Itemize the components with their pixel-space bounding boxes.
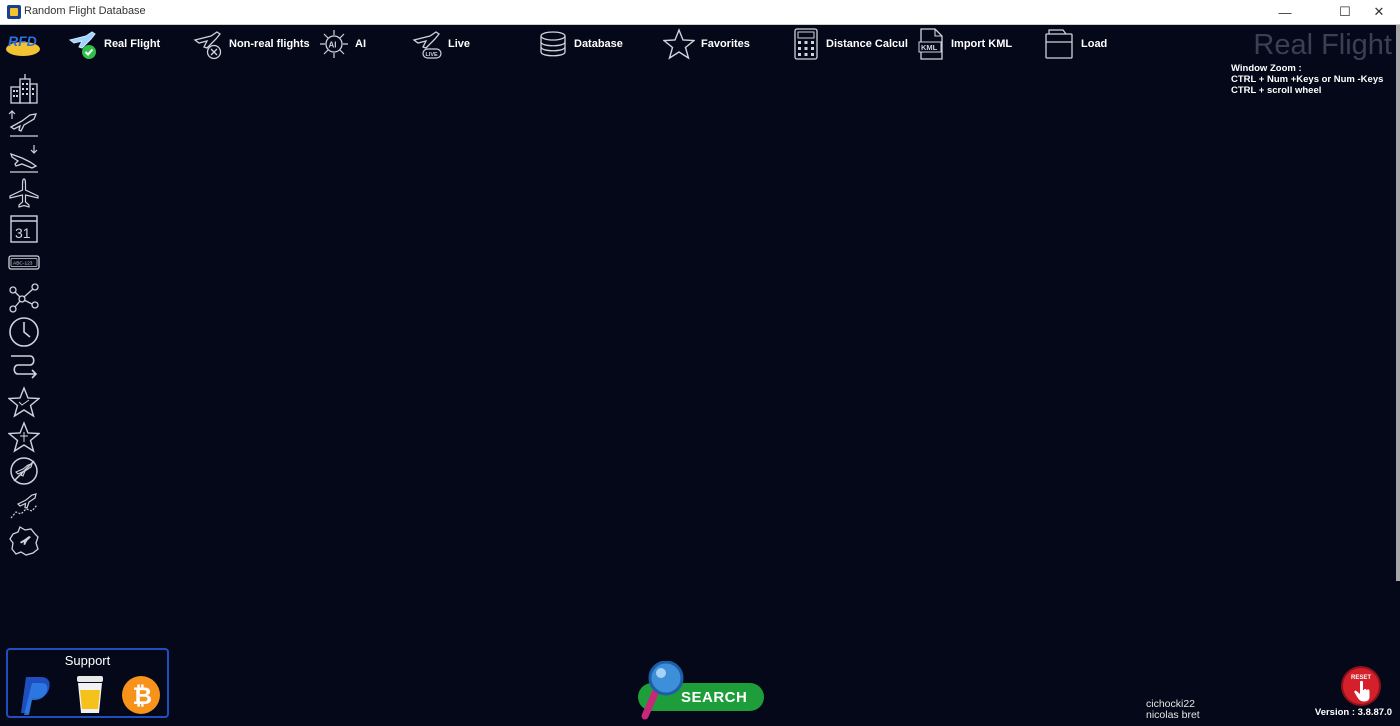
registration-icon[interactable]: ABC-123: [8, 247, 40, 279]
departure-icon[interactable]: [8, 107, 40, 139]
database-button[interactable]: Database: [538, 27, 623, 61]
scrollbar[interactable]: [1396, 25, 1400, 581]
minimize-button[interactable]: —: [1262, 0, 1308, 24]
rfd-logo: RFD: [6, 33, 40, 56]
database-label: Database: [574, 38, 623, 50]
svg-text:31: 31: [15, 225, 31, 241]
plane-cross-icon: [193, 31, 222, 60]
plane-check-icon: [68, 31, 96, 59]
import-kml-label: Import KML: [951, 38, 1013, 50]
arrival-icon[interactable]: [8, 142, 40, 174]
star-icon: [663, 28, 695, 60]
import-kml-button[interactable]: KML Import KML: [917, 27, 1012, 61]
favorites-button[interactable]: Favorites: [663, 27, 750, 61]
svg-text:ABC-123: ABC-123: [13, 261, 33, 267]
load-label: Load: [1081, 38, 1108, 50]
calculator-icon: [794, 28, 818, 60]
favorites-label: Favorites: [701, 38, 750, 50]
window-title: Random Flight Database: [24, 5, 146, 17]
plane-live-icon: LIVE: [412, 31, 442, 59]
close-button[interactable]: ✕: [1356, 0, 1400, 24]
non-real-flights-label: Non-real flights: [229, 38, 310, 50]
route-network-icon[interactable]: [8, 282, 40, 314]
kml-file-icon: KML: [918, 28, 943, 60]
real-flight-button[interactable]: Real Flight: [68, 27, 160, 61]
main-area: RFD Real Flight Non-real flights AI AI L: [0, 25, 1400, 726]
bitcoin-icon[interactable]: ₿: [121, 675, 161, 715]
folder-icon: [1045, 29, 1073, 59]
version-label: Version : 3.8.87.0: [1314, 707, 1392, 718]
live-label: Live: [448, 38, 471, 50]
ai-button[interactable]: AI AI: [319, 27, 366, 61]
search-button[interactable]: SEARCH: [636, 661, 766, 721]
calendar-icon[interactable]: 31: [8, 212, 40, 244]
non-real-flights-button[interactable]: Non-real flights: [193, 27, 310, 61]
svg-text:LIVE: LIVE: [426, 52, 439, 58]
no-fly-icon[interactable]: [8, 455, 40, 487]
database-icon: [540, 31, 566, 57]
distance-calcul-label: Distance Calcul: [826, 38, 908, 50]
svg-text:₿: ₿: [133, 683, 153, 710]
zoom-help-line: Window Zoom :: [1231, 63, 1302, 74]
support-title: Support: [64, 653, 111, 668]
ai-label: AI: [355, 38, 366, 50]
star-outline-icon[interactable]: [8, 386, 40, 418]
plane-map-icon[interactable]: [8, 490, 40, 522]
svg-text:KML: KML: [921, 43, 938, 52]
load-button[interactable]: Load: [1043, 27, 1107, 61]
magnifier-icon: [641, 661, 684, 720]
zoom-help-line: CTRL + scroll wheel: [1231, 85, 1322, 96]
credits: cichocki22 nicolas bret: [1146, 699, 1200, 721]
star-badge-icon[interactable]: [8, 421, 40, 453]
svg-text:RFD: RFD: [8, 33, 37, 49]
live-button[interactable]: LIVE Live: [412, 27, 470, 61]
support-panel: Support ₿: [6, 648, 169, 718]
clock-icon[interactable]: [8, 316, 40, 348]
distance-calcul-button[interactable]: Distance Calcul: [792, 27, 908, 61]
window-titlebar: Random Flight Database — ☐ ✕: [0, 0, 1400, 25]
zoom-help-line: CTRL + Num +Keys or Num -Keys: [1231, 74, 1384, 85]
app-icon: [7, 5, 21, 19]
svg-text:AI: AI: [329, 41, 337, 50]
credit-line: nicolas bret: [1146, 709, 1200, 721]
airplane-icon[interactable]: [8, 177, 40, 209]
country-map-icon[interactable]: [8, 525, 40, 557]
search-label: SEARCH: [681, 689, 748, 706]
route-path-icon[interactable]: [8, 351, 40, 383]
paypal-icon[interactable]: [16, 674, 56, 716]
hand-pointer-icon: [1354, 680, 1370, 702]
mode-title: Real Flight: [1253, 29, 1392, 61]
zoom-help: Window Zoom : CTRL + Num +Keys or Num -K…: [1231, 63, 1383, 96]
ai-chip-icon: AI: [320, 30, 348, 58]
coffee-icon[interactable]: [72, 674, 108, 716]
city-icon[interactable]: [8, 73, 40, 105]
real-flight-label: Real Flight: [104, 38, 161, 50]
reset-button[interactable]: RESET: [1343, 668, 1379, 704]
